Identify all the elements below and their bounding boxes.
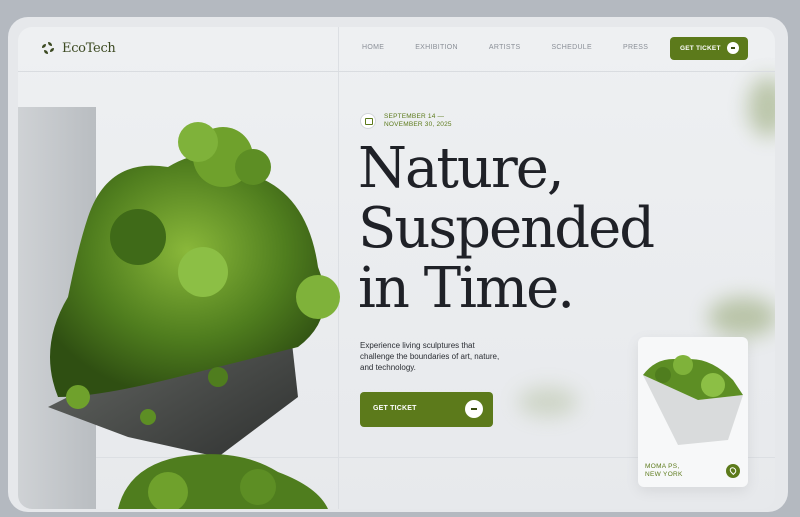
arrow-right-icon xyxy=(727,42,739,54)
nav-item-press[interactable]: PRESS xyxy=(623,44,648,51)
nav-item-home[interactable]: HOME xyxy=(362,44,384,51)
headline-line: Nature, xyxy=(358,136,565,201)
moss-sculpture-thumbnail xyxy=(643,355,743,445)
location-line: MOMA PS, xyxy=(645,463,680,470)
brand-logo[interactable]: EcoTech xyxy=(40,40,116,56)
date-end: NOVEMBER 30, 2025 xyxy=(384,121,452,128)
hero-get-ticket-label: GET TICKET xyxy=(373,405,417,412)
header-get-ticket-label: GET TICKET xyxy=(680,45,721,52)
nav-item-artists[interactable]: ARTISTS xyxy=(489,44,521,51)
hero-headline: Nature, Suspended in Time. xyxy=(358,139,688,319)
headline-line: in Time. xyxy=(358,256,575,321)
location-line: NEW YORK xyxy=(645,471,683,478)
nav-item-schedule[interactable]: SCHEDULE xyxy=(551,44,592,51)
top-header: EcoTech HOME EXHIBITION ARTISTS SCHEDULE… xyxy=(18,27,775,72)
calendar-icon xyxy=(360,113,376,129)
moss-sculpture-image xyxy=(48,122,340,509)
nav-item-exhibition[interactable]: EXHIBITION xyxy=(415,44,458,51)
blurred-leaf-decoration xyxy=(748,77,775,137)
header-get-ticket-button[interactable]: GET TICKET xyxy=(670,37,748,60)
brand-name: EcoTech xyxy=(62,40,116,56)
blurred-leaf-decoration xyxy=(518,387,578,417)
location-text: MOMA PS, NEW YORK xyxy=(645,463,683,479)
arrow-right-icon xyxy=(465,400,483,418)
date-range: SEPTEMBER 14 — NOVEMBER 30, 2025 xyxy=(384,113,452,129)
landing-page: EcoTech HOME EXHIBITION ARTISTS SCHEDULE… xyxy=(18,27,775,509)
leaf-swirl-icon xyxy=(42,42,54,54)
location-card[interactable]: MOMA PS, NEW YORK xyxy=(638,337,748,487)
app-frame: EcoTech HOME EXHIBITION ARTISTS SCHEDULE… xyxy=(8,17,788,512)
hero-description: Experience living sculptures that challe… xyxy=(360,341,500,372)
main-nav: HOME EXHIBITION ARTISTS SCHEDULE PRESS xyxy=(362,44,679,51)
headline-line: Suspended xyxy=(358,196,655,261)
event-dates: SEPTEMBER 14 — NOVEMBER 30, 2025 xyxy=(360,113,452,129)
map-pin-icon[interactable] xyxy=(726,464,740,478)
date-start: SEPTEMBER 14 — xyxy=(384,113,445,120)
blurred-leaf-decoration xyxy=(708,297,775,337)
hero-get-ticket-button[interactable]: GET TICKET xyxy=(360,392,493,427)
